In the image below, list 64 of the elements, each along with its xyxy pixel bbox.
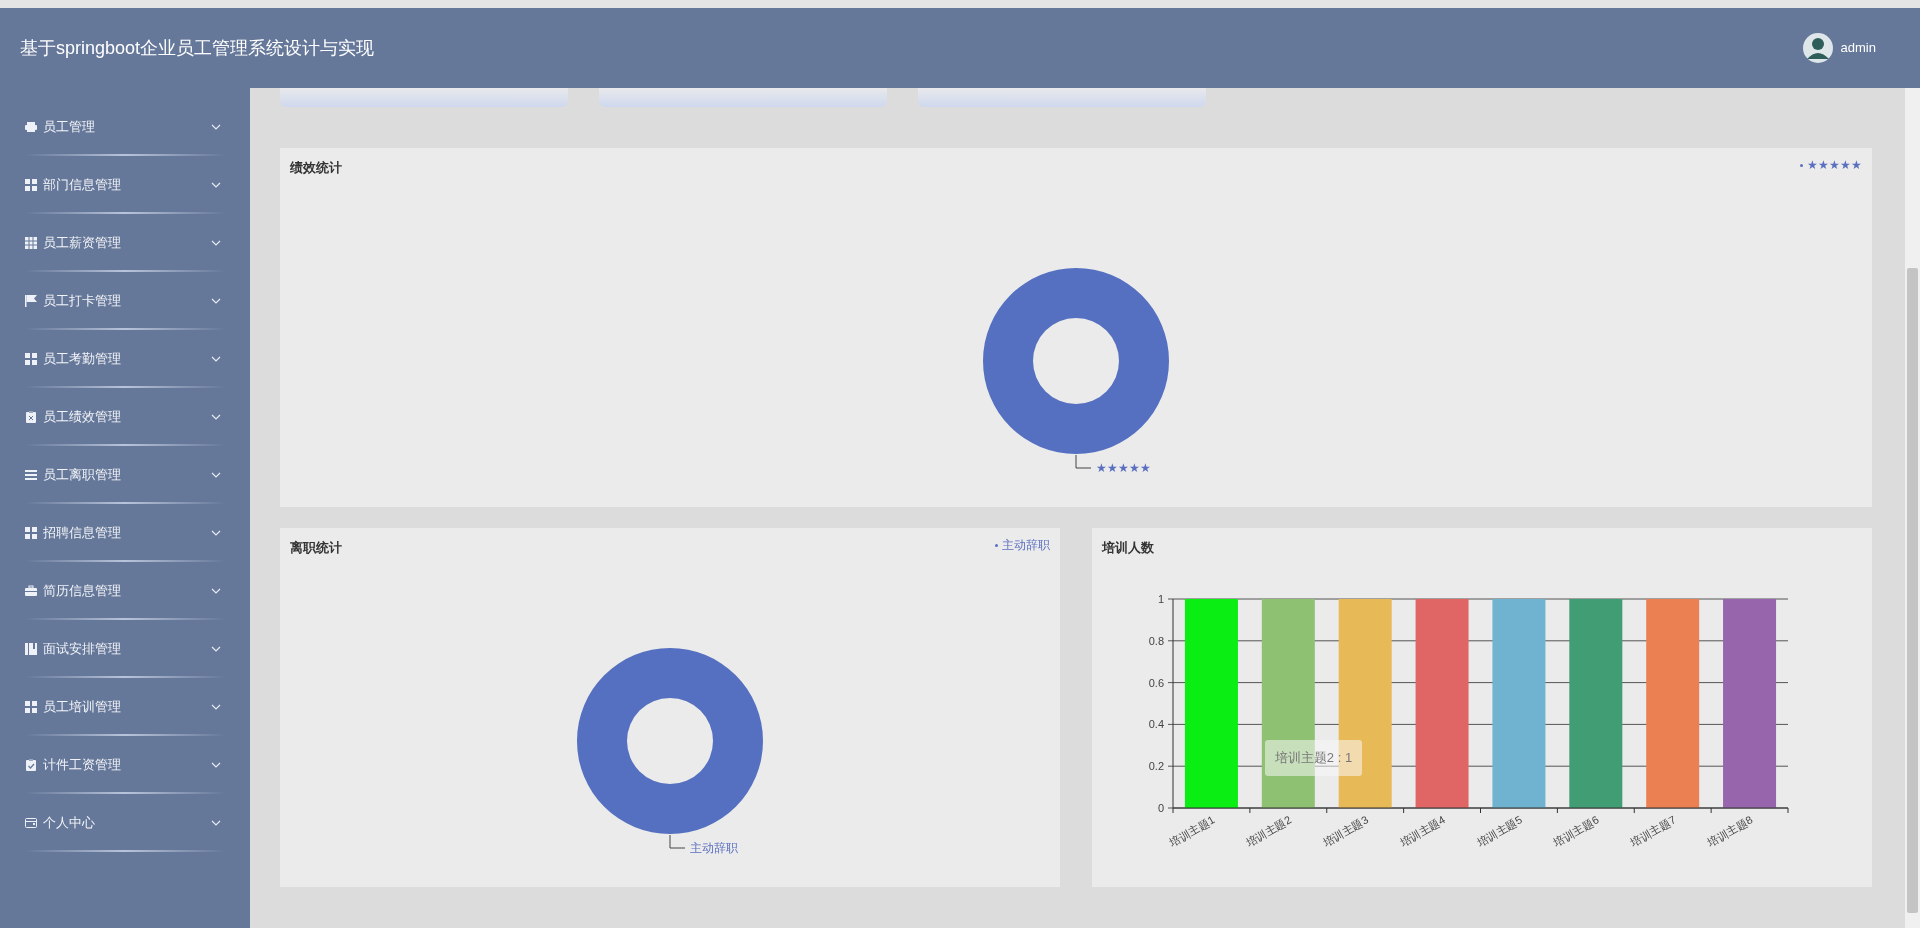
bar[interactable]: [1338, 599, 1392, 808]
slice-label: ★★★★★: [1096, 461, 1151, 475]
user-avatar[interactable]: [1802, 33, 1833, 63]
axis-category-label: 培训主题6: [1551, 813, 1601, 849]
grid-icon: [25, 701, 37, 713]
sidebar-item[interactable]: 员工管理: [25, 98, 225, 156]
card-icon: [25, 817, 37, 829]
grid-icon: [25, 179, 37, 191]
bar[interactable]: [1415, 599, 1469, 808]
sidebar-item[interactable]: 员工考勤管理: [25, 330, 225, 388]
tooltip: 培训主题2 : 1: [1265, 740, 1362, 776]
sidebar-item[interactable]: 员工绩效管理: [25, 388, 225, 446]
leader-line: [1075, 454, 1092, 469]
bar[interactable]: [1492, 599, 1546, 808]
bar[interactable]: [1723, 599, 1777, 808]
leader-line: [669, 834, 686, 849]
axis-tick-label: 0.8: [1148, 634, 1164, 647]
app-title: 基于springboot企业员工管理系统设计与实现: [20, 36, 375, 60]
flag-icon: [25, 295, 37, 307]
bar[interactable]: [1569, 599, 1623, 808]
legend-item[interactable]: 主动辞职: [1002, 536, 1050, 554]
chart-title: 离职统计: [290, 539, 342, 557]
axis-category-label: 培训主题5: [1474, 813, 1524, 849]
bar[interactable]: [1261, 599, 1315, 808]
printer-icon: [25, 121, 37, 133]
sidebar-item[interactable]: 计件工资管理: [25, 736, 225, 794]
axis-category-label: 培训主题7: [1628, 813, 1678, 849]
username[interactable]: admin: [1840, 38, 1876, 58]
sidebar-item[interactable]: 个人中心: [25, 794, 225, 852]
table-icon: [25, 237, 37, 249]
sidebar-item[interactable]: 简历信息管理: [25, 562, 225, 620]
axis-category-label: 培训主题2: [1243, 813, 1294, 849]
legend-marker-icon: [995, 543, 998, 547]
axis-tick-label: 0.2: [1148, 760, 1164, 773]
chart-title: 绩效统计: [290, 159, 342, 177]
chart-title: 培训人数: [1102, 539, 1154, 557]
legend-marker-icon: [1800, 163, 1803, 167]
bar[interactable]: [1646, 599, 1700, 808]
axis-tick-label: 0: [1157, 802, 1164, 814]
axis-category-label: 培训主题3: [1320, 813, 1371, 849]
clipboard-icon: [25, 411, 37, 423]
sidebar-item[interactable]: 员工培训管理: [25, 678, 225, 736]
slice-label: 主动辞职: [690, 841, 738, 855]
grid-icon: [25, 527, 37, 539]
grid-icon: [25, 353, 37, 365]
sidebar-item[interactable]: 员工薪资管理: [25, 214, 225, 272]
sidebar-item[interactable]: 面试安排管理: [25, 620, 225, 678]
scrollbar[interactable]: [1907, 268, 1918, 913]
legend-item[interactable]: ★★★★★: [1807, 156, 1862, 174]
axis-category-label: 培训主题8: [1705, 813, 1755, 849]
axis-tick-label: 1: [1157, 593, 1164, 605]
sidebar-item[interactable]: 员工打卡管理: [25, 272, 225, 330]
sidebar-item[interactable]: 员工离职管理: [25, 446, 225, 504]
clipboard-check-icon: [25, 759, 37, 771]
sidebar-item[interactable]: 部门信息管理: [25, 156, 225, 214]
bar[interactable]: [1184, 599, 1238, 808]
axis-category-label: 培训主题1: [1167, 813, 1217, 849]
briefcase-icon: [25, 585, 37, 597]
axis-tick-label: 0.6: [1148, 676, 1164, 689]
sidebar-item[interactable]: 招聘信息管理: [25, 504, 225, 562]
axis-tick-label: 0.4: [1148, 718, 1164, 731]
axis-category-label: 培训主题4: [1397, 813, 1448, 849]
book-icon: [25, 643, 37, 655]
list-icon: [25, 469, 37, 481]
